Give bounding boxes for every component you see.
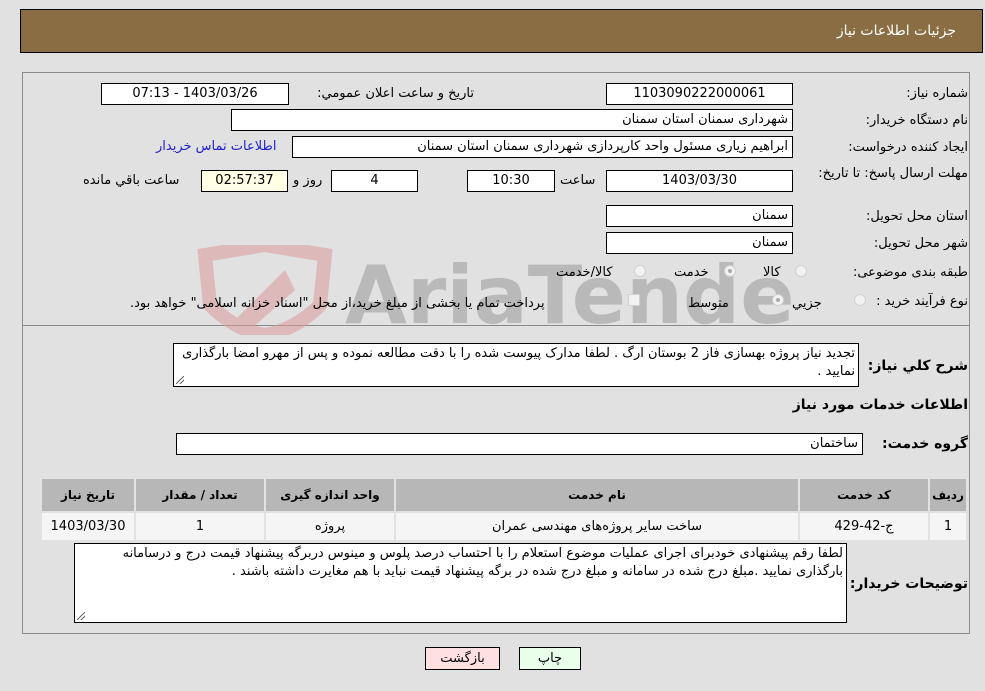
province-label: استان محل تحویل: bbox=[866, 209, 968, 224]
resize-grip-icon[interactable] bbox=[176, 376, 184, 384]
table-row: 1 ج-42-429 ساخت سایر پروژه‌های مهندسی عم… bbox=[40, 511, 968, 542]
city-field: سمنان bbox=[606, 232, 793, 254]
need-number-field: 1103090222000061 bbox=[606, 83, 793, 105]
deadline-date-field: 1403/03/30 bbox=[606, 170, 793, 192]
buyer-org-label: نام دستگاه خریدار: bbox=[865, 113, 968, 128]
description-textarea[interactable]: تجدید نیاز پروژه بهسازی فاز 2 بوستان ارگ… bbox=[173, 343, 859, 387]
announce-datetime-field: 1403/03/26 - 07:13 bbox=[101, 83, 289, 105]
deadline-time-field: 10:30 bbox=[467, 170, 555, 192]
col-header-service-code: کد خدمت bbox=[798, 477, 930, 513]
col-header-row-number: ردیف bbox=[928, 477, 968, 513]
category-label: طبقه بندی موضوعی: bbox=[852, 265, 968, 280]
service-group-label: گروه خدمت: bbox=[882, 436, 968, 452]
cell-service-name: ساخت سایر پروژه‌های مهندسی عمران bbox=[394, 511, 800, 542]
description-label: شرح كلي نياز: bbox=[867, 358, 968, 374]
resize-grip-icon[interactable] bbox=[77, 612, 85, 620]
cell-quantity: 1 bbox=[134, 511, 266, 542]
cell-row-number: 1 bbox=[928, 511, 968, 542]
category-radio-goods-service[interactable] bbox=[634, 265, 646, 277]
page-title: جزئيات اطلاعات نياز bbox=[836, 23, 956, 39]
col-header-service-name: نام خدمت bbox=[394, 477, 800, 513]
treasury-checkbox[interactable] bbox=[628, 294, 640, 306]
creator-field: ابراهیم زیاری مسئول واحد کارپردازی شهردا… bbox=[292, 136, 793, 158]
buyer-notes-textarea[interactable]: لطفا رقم پیشنهادی خودبرای اجرای عملیات م… bbox=[74, 543, 847, 623]
city-label: شهر محل تحویل: bbox=[873, 236, 968, 251]
days-remaining-field: 4 bbox=[331, 170, 418, 192]
deadline-label: مهلت ارسال پاسخ: تا تاریخ: bbox=[818, 166, 968, 181]
cell-need-date: 1403/03/30 bbox=[40, 511, 136, 542]
buyer-contact-link[interactable]: اطلاعات تماس خریدار bbox=[156, 139, 276, 154]
need-number-label: شماره نیاز: bbox=[906, 86, 968, 101]
table-header-row: ردیف کد خدمت نام خدمت واحد اندازه گیری ت… bbox=[40, 477, 968, 513]
services-section-title: اطلاعات خدمات مورد نیاز bbox=[792, 397, 968, 413]
print-button[interactable]: چاپ bbox=[519, 647, 581, 670]
creator-label: ایجاد کننده درخواست: bbox=[848, 140, 968, 155]
col-header-unit: واحد اندازه گیری bbox=[264, 477, 396, 513]
category-option-goods: کالا bbox=[763, 265, 781, 280]
deadline-time-label: ساعت bbox=[560, 173, 596, 188]
treasury-note: پرداخت تمام یا بخشی از مبلغ خرید،از محل … bbox=[130, 296, 545, 311]
category-radio-goods[interactable] bbox=[795, 265, 807, 277]
buyer-org-field: شهرداری سمنان استان سمنان bbox=[231, 109, 793, 131]
process-radio-medium[interactable] bbox=[772, 294, 784, 306]
province-field: سمنان bbox=[606, 205, 793, 227]
service-group-field: ساختمان bbox=[176, 433, 863, 455]
announce-label: تاريخ و ساعت اعلان عمومي: bbox=[317, 86, 474, 101]
page-header: جزئيات اطلاعات نياز bbox=[20, 9, 983, 53]
cell-unit: پروژه bbox=[264, 511, 396, 542]
process-option-minor: جزيي bbox=[792, 296, 822, 311]
buyer-notes-text: لطفا رقم پیشنهادی خودبرای اجرای عملیات م… bbox=[122, 546, 843, 579]
process-label: نوع فرآیند خرید : bbox=[876, 294, 968, 309]
days-label: روز و bbox=[293, 173, 323, 188]
process-option-medium: متوسط bbox=[688, 296, 729, 311]
buyer-notes-label: توضیحات خریدار: bbox=[849, 576, 968, 592]
description-text: تجدید نیاز پروژه بهسازی فاز 2 بوستان ارگ… bbox=[182, 346, 855, 379]
category-option-service: خدمت bbox=[674, 265, 709, 280]
process-radio-minor[interactable] bbox=[854, 294, 866, 306]
col-header-need-date: تاریخ نیاز bbox=[40, 477, 136, 513]
services-table: ردیف کد خدمت نام خدمت واحد اندازه گیری ت… bbox=[40, 477, 968, 542]
cell-service-code: ج-42-429 bbox=[798, 511, 930, 542]
remaining-time-field: 02:57:37 bbox=[201, 170, 288, 192]
category-radio-service[interactable] bbox=[724, 265, 736, 277]
col-header-quantity: تعداد / مقدار bbox=[134, 477, 266, 513]
back-button[interactable]: بازگشت bbox=[425, 647, 500, 670]
category-option-goods-service: کالا/خدمت bbox=[556, 265, 613, 280]
remaining-time-label: ساعت باقي مانده bbox=[83, 173, 180, 188]
